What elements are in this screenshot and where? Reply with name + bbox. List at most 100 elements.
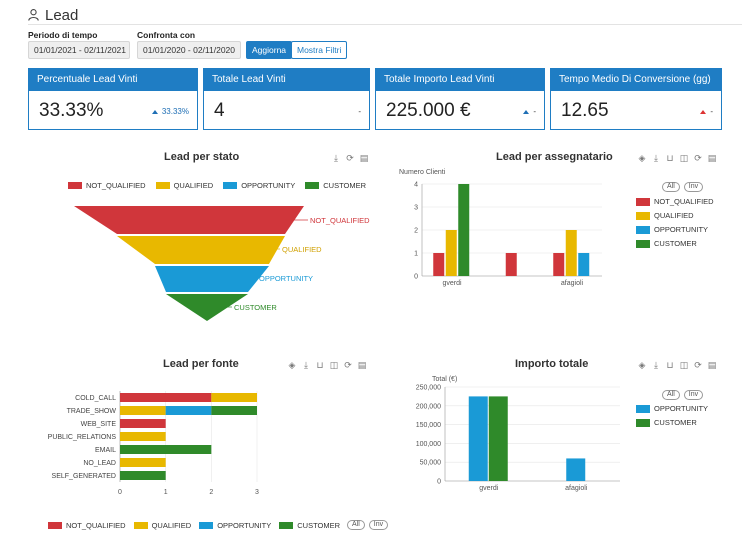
bar-qualified[interactable]	[445, 230, 457, 276]
tiled-icon[interactable]: ◫	[679, 360, 689, 370]
y-tick-label: 150,000	[416, 422, 441, 429]
bar-qualified[interactable]	[120, 432, 166, 441]
legend-label[interactable]: NOT_QUALIFIED	[86, 181, 146, 190]
layers-icon[interactable]: ◈	[637, 360, 647, 370]
compare-input[interactable]: 01/01/2020 - 02/11/2020	[137, 41, 241, 59]
bar-not-qualified[interactable]	[433, 253, 445, 276]
legend-item[interactable]: CUSTOMER	[636, 418, 708, 427]
bar-customer[interactable]	[458, 184, 470, 276]
legend-label: NOT_QUALIFIED	[654, 197, 714, 206]
bar-qualified[interactable]	[565, 230, 577, 276]
legend-swatch	[199, 521, 214, 529]
bar-qualified[interactable]	[120, 458, 166, 467]
stack-icon[interactable]: ⊔	[315, 360, 325, 370]
document-icon[interactable]: ▤	[359, 153, 369, 163]
stack-icon[interactable]: ⊔	[665, 153, 675, 163]
funnel-segment-qualified[interactable]	[117, 236, 285, 264]
funnel-segment-not-qualified[interactable]	[74, 206, 304, 234]
x-tick-label: 3	[255, 489, 259, 496]
legend-invert-button[interactable]: Inv	[368, 520, 389, 530]
download-icon[interactable]: ⤓	[651, 153, 661, 163]
bar-opportunity[interactable]	[165, 406, 212, 415]
legend-swatch	[636, 404, 650, 413]
layers-icon[interactable]: ◈	[637, 153, 647, 163]
legend-toggle: All Inv	[662, 182, 704, 192]
funnel-label-qualified: QUALIFIED	[282, 245, 322, 254]
legend-swatch	[48, 521, 62, 529]
bar-not-qualified[interactable]	[120, 393, 212, 402]
bar-customer[interactable]	[120, 471, 166, 480]
chart-title-lead-per-stato: Lead per stato	[164, 151, 240, 163]
bar-chart-importo: Total (€) 0 50,000 100,000 150,000 200,000 250…	[416, 376, 620, 492]
bar-not-qualified[interactable]	[120, 419, 166, 428]
legend-all-button[interactable]: All	[662, 182, 680, 192]
legend-invert-button[interactable]: Inv	[683, 182, 704, 192]
x-tick-label: gverdi	[442, 280, 462, 287]
x-tick-label: gverdi	[479, 485, 499, 492]
bar-customer[interactable]	[120, 445, 212, 454]
legend-swatch	[636, 418, 650, 427]
legend-item[interactable]: OPPORTUNITY	[636, 225, 714, 234]
bar-not-qualified[interactable]	[553, 253, 565, 276]
hbar-chart-fonte: 0 1 2 3 COLD_CALL TRADE_SHOW WEB_SITE PUBLIC_RE…	[48, 391, 259, 496]
legend-item[interactable]: QUALIFIED	[636, 211, 714, 220]
bar-qualified[interactable]	[120, 406, 166, 415]
legend-invert-button[interactable]: Inv	[683, 390, 704, 400]
download-icon[interactable]: ⤓	[651, 360, 661, 370]
legend-swatch	[223, 182, 238, 189]
legend-item[interactable]: CUSTOMER	[636, 239, 714, 248]
y-tick-label: 1	[414, 251, 418, 258]
bar-not-qualified[interactable]	[505, 253, 517, 276]
x-tick-label: 2	[209, 489, 213, 496]
tiled-icon[interactable]: ◫	[329, 360, 339, 370]
compare-label: Confronta con	[137, 30, 196, 40]
legend-item[interactable]: NOT_QUALIFIED	[636, 197, 714, 206]
download-icon[interactable]: ⤓	[301, 360, 311, 370]
legend-label[interactable]: CUSTOMER	[323, 181, 366, 190]
legend-swatch	[305, 182, 320, 189]
trend-up-icon	[700, 109, 707, 114]
bar-customer[interactable]	[488, 396, 508, 481]
legend-label: QUALIFIED	[654, 211, 694, 220]
refresh-icon[interactable]: ⟳	[693, 153, 703, 163]
document-icon[interactable]: ▤	[707, 153, 717, 163]
y-tick-label: COLD_CALL	[75, 395, 116, 402]
bar-customer[interactable]	[211, 406, 257, 415]
refresh-icon[interactable]: ⟳	[345, 153, 355, 163]
chart-toolbar: ⤓ ⟳ ▤	[331, 153, 369, 163]
bar-opportunity[interactable]	[566, 458, 586, 481]
show-filters-button[interactable]: Mostra Filtri	[291, 41, 348, 59]
bar-opportunity[interactable]	[468, 396, 488, 481]
document-icon[interactable]: ▤	[707, 360, 717, 370]
legend-label[interactable]: OPPORTUNITY	[217, 521, 271, 530]
bar-chart-assegnatario: Numero Clienti 0 1 2 3 4 gverdi afagioli	[399, 169, 602, 287]
refresh-button[interactable]: Aggiorna	[246, 41, 293, 59]
kpi-trend-value: 33.33%	[161, 107, 189, 116]
document-icon[interactable]: ▤	[357, 360, 367, 370]
legend-label[interactable]: QUALIFIED	[174, 181, 214, 190]
y-tick-label: 4	[414, 182, 418, 189]
legend-all-button[interactable]: All	[662, 390, 680, 400]
refresh-icon[interactable]: ⟳	[693, 360, 703, 370]
tiled-icon[interactable]: ◫	[679, 153, 689, 163]
legend-all-button[interactable]: All	[347, 520, 365, 530]
bar-qualified[interactable]	[211, 393, 257, 402]
y-tick-label: WEB_SITE	[81, 421, 117, 428]
legend-label[interactable]: OPPORTUNITY	[241, 181, 295, 190]
legend-label[interactable]: NOT_QUALIFIED	[66, 521, 126, 530]
funnel-segment-opportunity[interactable]	[155, 266, 269, 292]
legend-label[interactable]: CUSTOMER	[297, 521, 340, 530]
chart-toolbar: ◈ ⤓ ⊔ ◫ ⟳ ▤	[637, 153, 717, 163]
period-input[interactable]: 01/01/2021 - 02/11/2021	[28, 41, 130, 59]
legend-item[interactable]: OPPORTUNITY	[636, 404, 708, 413]
stack-icon[interactable]: ⊔	[665, 360, 675, 370]
bar-opportunity[interactable]	[578, 253, 590, 276]
legend-swatch	[133, 521, 148, 529]
download-icon[interactable]: ⤓	[331, 153, 341, 163]
legend-label[interactable]: QUALIFIED	[152, 521, 192, 530]
layers-icon[interactable]: ◈	[287, 360, 297, 370]
period-label: Periodo di tempo	[28, 30, 98, 40]
y-tick-label: NO_LEAD	[83, 460, 116, 467]
refresh-icon[interactable]: ⟳	[343, 360, 353, 370]
y-tick-label: 200,000	[416, 403, 441, 410]
